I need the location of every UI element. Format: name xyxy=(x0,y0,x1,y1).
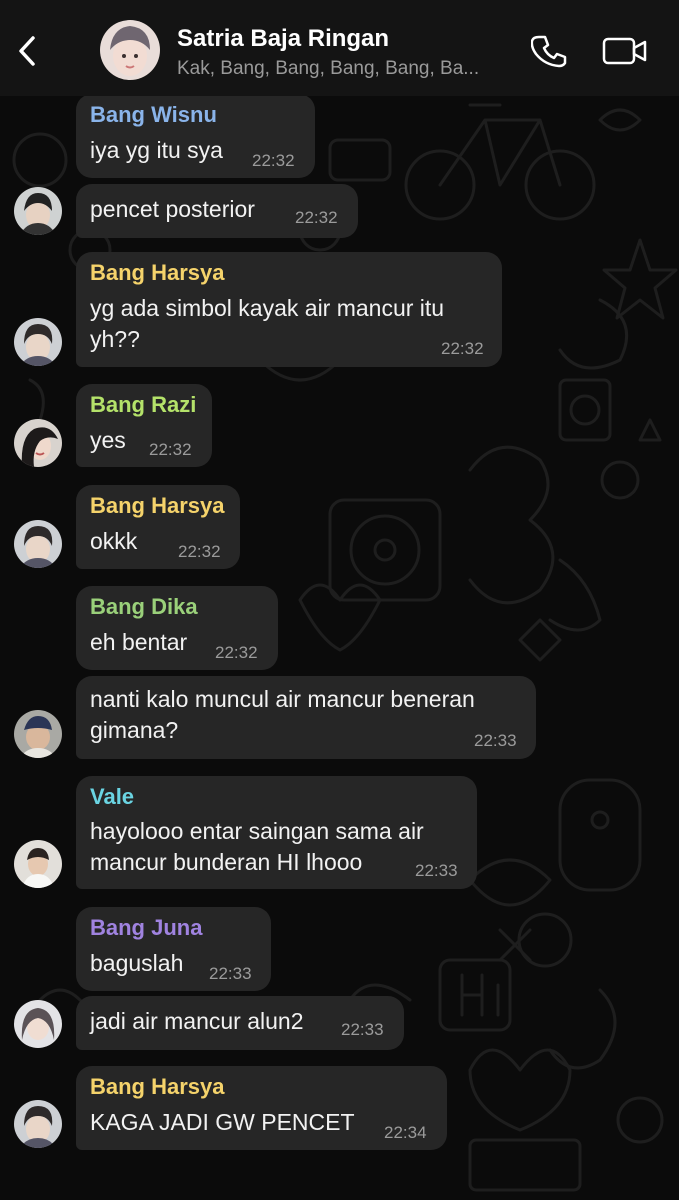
back-button[interactable] xyxy=(4,24,50,78)
message-text: iya yg itu sya xyxy=(90,137,223,163)
avatar[interactable] xyxy=(14,1100,62,1148)
message-text: nanti kalo muncul air mancur beneran xyxy=(90,686,475,712)
message-bubble[interactable]: Bang Dika eh bentar 22:32 xyxy=(76,586,278,670)
group-name[interactable]: Satria Baja Ringan xyxy=(177,25,389,53)
sender-name: Bang Wisnu xyxy=(90,102,217,127)
message-bubble[interactable]: Bang Razi yes 22:32 xyxy=(76,384,212,467)
voice-call-button[interactable] xyxy=(526,28,572,74)
message-bubble[interactable]: Bang Harsya okkk 22:32 xyxy=(76,485,240,569)
message-text: KAGA JADI GW PENCET xyxy=(90,1109,355,1135)
sender-name: Bang Razi xyxy=(90,392,197,417)
avatar[interactable] xyxy=(14,318,62,366)
message-text: eh bentar xyxy=(90,629,188,655)
message-bubble[interactable]: Bang Harsya KAGA JADI GW PENCET 22:34 xyxy=(76,1066,447,1150)
message-time: 22:33 xyxy=(474,731,517,750)
message-text: mancur bunderan HI lhooo xyxy=(90,849,363,875)
message-text: yh?? xyxy=(90,326,140,352)
message-time: 22:33 xyxy=(415,861,458,880)
chat-header: Satria Baja Ringan Kak, Bang, Bang, Bang… xyxy=(0,0,679,96)
sender-name: Bang Harsya xyxy=(90,1074,225,1099)
avatar[interactable] xyxy=(14,1000,62,1048)
message-bubble[interactable]: Vale hayolooo entar saingan sama air man… xyxy=(76,776,477,889)
message-text: yg ada simbol kayak air mancur itu xyxy=(90,295,445,321)
avatar[interactable] xyxy=(14,840,62,888)
sender-name: Vale xyxy=(90,784,135,809)
message-time: 22:32 xyxy=(178,542,221,561)
video-camera-icon xyxy=(602,37,647,65)
message-time: 22:32 xyxy=(252,151,295,170)
message-text: gimana? xyxy=(90,717,179,743)
message-bubble[interactable]: Bang Harsya yg ada simbol kayak air manc… xyxy=(76,252,502,367)
avatar[interactable] xyxy=(14,520,62,568)
group-avatar[interactable] xyxy=(100,20,160,80)
message-text: okkk xyxy=(90,528,138,554)
message-bubble[interactable]: nanti kalo muncul air mancur beneran gim… xyxy=(76,676,536,759)
sender-name: Bang Dika xyxy=(90,594,198,619)
message-text: hayolooo entar saingan sama air xyxy=(90,818,424,844)
message-text: jadi air mancur alun2 xyxy=(90,1008,304,1034)
avatar[interactable] xyxy=(14,710,62,758)
message-time: 22:33 xyxy=(209,964,252,983)
sender-name: Bang Harsya xyxy=(90,493,225,518)
sender-name: Bang Juna xyxy=(90,915,203,940)
message-bubble[interactable]: Bang Wisnu iya yg itu sya 22:32 xyxy=(76,94,315,178)
chevron-left-icon xyxy=(19,36,35,66)
message-bubble[interactable]: Bang Juna baguslah 22:33 xyxy=(76,907,271,991)
avatar[interactable] xyxy=(14,419,62,467)
message-time: 22:33 xyxy=(341,1020,384,1039)
group-members[interactable]: Kak, Bang, Bang, Bang, Bang, Ba... xyxy=(177,58,522,80)
message-bubble[interactable]: jadi air mancur alun2 22:33 xyxy=(76,996,404,1050)
sender-name: Bang Harsya xyxy=(90,260,225,285)
video-call-button[interactable] xyxy=(598,28,652,74)
message-time: 22:32 xyxy=(295,208,338,227)
message-text: pencet posterior xyxy=(90,196,255,222)
message-time: 22:32 xyxy=(149,440,192,459)
message-time: 22:32 xyxy=(441,339,484,358)
phone-icon xyxy=(531,35,567,68)
message-text: baguslah xyxy=(90,950,184,976)
message-time: 22:32 xyxy=(215,643,258,662)
avatar[interactable] xyxy=(14,187,62,235)
message-time: 22:34 xyxy=(384,1123,427,1142)
message-list[interactable]: Bang Wisnu iya yg itu sya 22:32 pencet p… xyxy=(0,0,679,1200)
message-text: yes xyxy=(90,427,126,453)
message-bubble[interactable]: pencet posterior 22:32 xyxy=(76,184,358,238)
